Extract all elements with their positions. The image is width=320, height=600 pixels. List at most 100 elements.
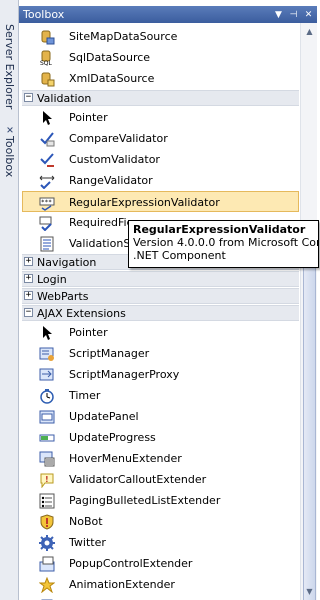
item-label: Twitter [69,536,106,549]
nobot-icon [39,514,55,530]
item-label: CompareValidator [69,132,168,145]
pointer-icon [39,110,55,126]
item-label: ValidatorCalloutExtender [69,473,207,486]
regex-validator-icon: *** [39,195,55,211]
hover-menu-icon [39,451,55,467]
toolbox-item-hovermenuextender[interactable]: HoverMenuExtender [19,448,300,469]
dock-strip: Server Explorer Toolbox [0,0,19,600]
group-label: Validation [37,92,92,105]
item-label: Pointer [69,111,108,124]
tooltip-version: Version 4.0.0.0 from Microsoft Corporati… [133,236,318,249]
item-label: ScriptManager [69,347,150,360]
item-label: CustomValidator [69,153,160,166]
toolbox-item-pagingbulletedlistextender[interactable]: PagingBulletedListExtender [19,490,300,511]
toolbox-item-rangevalidator[interactable]: RangeValidator [19,170,300,191]
window-position-dropdown-icon[interactable]: ▼ [272,8,285,21]
toolbox-item-sqldatasource[interactable]: SQL SqlDataSource [19,47,300,68]
required-validator-icon [39,215,55,231]
scroll-up-icon[interactable]: ▲ [302,24,317,39]
toolbox-item-customvalidator[interactable]: CustomValidator [19,149,300,170]
item-label: ScriptManagerProxy [69,368,180,381]
script-manager-proxy-icon [39,367,55,383]
item-label: SqlDataSource [69,51,151,64]
group-webparts[interactable]: + WebParts [22,288,299,304]
script-manager-icon [39,346,55,362]
svg-text:SQL: SQL [40,60,53,66]
range-validator-icon [39,173,55,189]
toolbox-item-popupcontrolextender[interactable]: PopupControlExtender [19,553,300,574]
validator-callout-icon: ! [39,472,55,488]
toolbox-item-updatepanel[interactable]: UpdatePanel [19,406,300,427]
toolbox-item-xmldatasource[interactable]: XmlDataSource [19,68,300,89]
item-label: SiteMapDataSource [69,30,178,43]
item-label: RequiredFie [69,216,134,229]
toolbox-tab[interactable]: Toolbox [1,127,18,177]
item-tooltip: RegularExpressionValidator Version 4.0.0… [128,220,319,268]
item-label: UpdateProgress [69,431,156,444]
tooltip-title: RegularExpressionValidator [133,223,306,236]
toolbox-item-regularexpressionvalidator[interactable]: *** RegularExpressionValidator [22,191,299,212]
item-label: PagingBulletedListExtender [69,494,221,507]
toolbox-item-ajax-pointer[interactable]: Pointer [19,322,300,343]
item-label: Timer [69,389,101,402]
twitter-icon [39,535,55,551]
toolbox-tab-icon [6,127,13,133]
item-label: NoBot [69,515,103,528]
toolbox-item-pointer[interactable]: Pointer [19,107,300,128]
toolbox-item-nobot[interactable]: NoBot [19,511,300,532]
toolbox-item-validatorcalloutextender[interactable]: ! ValidatorCalloutExtender [19,469,300,490]
toolbox-item-animationextender[interactable]: AnimationExtender [19,574,300,595]
toolbox-item-partial[interactable] [19,595,300,600]
item-label: Pointer [69,326,108,339]
group-label: Navigation [37,256,97,269]
expand-icon[interactable]: + [24,291,33,300]
item-label: XmlDataSource [69,72,155,85]
toolbox-titlebar: Toolbox ▼ ⊣ ✕ [19,6,317,23]
group-label: Login [37,273,67,286]
toolbox-item-scriptmanagerproxy[interactable]: ScriptManagerProxy [19,364,300,385]
update-progress-icon [39,430,55,446]
item-label: RegularExpressionValidator [69,196,220,209]
sql-datasource-icon: SQL [39,50,55,66]
toolbox-item-scriptmanager[interactable]: ScriptManager [19,343,300,364]
expand-icon[interactable]: + [24,274,33,283]
server-explorer-tab-label: Server Explorer [3,24,16,110]
paging-list-icon [39,493,55,509]
expand-icon[interactable]: + [24,257,33,266]
toolbox-title: Toolbox [23,8,65,21]
collapse-icon[interactable]: − [24,93,33,102]
xml-datasource-icon [39,71,55,87]
toolbox-tab-label: Toolbox [3,135,16,177]
server-explorer-tab[interactable]: Server Explorer [1,24,18,120]
vertical-scrollbar[interactable]: ▲ ▼ [300,23,317,600]
validation-summary-icon [39,236,55,252]
item-label: HoverMenuExtender [69,452,182,465]
collapse-icon[interactable]: − [24,308,33,317]
toolbox-item-timer[interactable]: Timer [19,385,300,406]
timer-icon [39,388,55,404]
custom-validator-icon [39,152,55,168]
item-label: PopupControlExtender [69,557,193,570]
toolbox-item-updateprogress[interactable]: UpdateProgress [19,427,300,448]
tooltip-kind: .NET Component [133,249,226,262]
item-label: AnimationExtender [69,578,175,591]
pointer-icon [39,325,55,341]
group-login[interactable]: + Login [22,271,299,287]
compare-validator-icon [39,131,55,147]
toolbox-item-comparevalidator[interactable]: CompareValidator [19,128,300,149]
scroll-down-icon[interactable]: ▼ [302,584,317,599]
animation-icon [39,577,55,593]
item-label: RangeValidator [69,174,153,187]
item-label: UpdatePanel [69,410,139,423]
update-panel-icon [39,409,55,425]
group-ajax-extensions[interactable]: − AJAX Extensions [22,305,299,321]
group-label: WebParts [37,290,89,303]
close-icon[interactable]: ✕ [302,8,315,21]
scrollbar-thumb[interactable] [303,256,316,600]
auto-hide-pin-icon[interactable]: ⊣ [287,8,300,21]
sitemap-datasource-icon [39,29,55,45]
popup-control-icon [39,556,55,572]
toolbox-item-sitemapdatasource[interactable]: SiteMapDataSource [19,26,300,47]
toolbox-item-twitter[interactable]: Twitter [19,532,300,553]
group-validation[interactable]: − Validation [22,90,299,106]
